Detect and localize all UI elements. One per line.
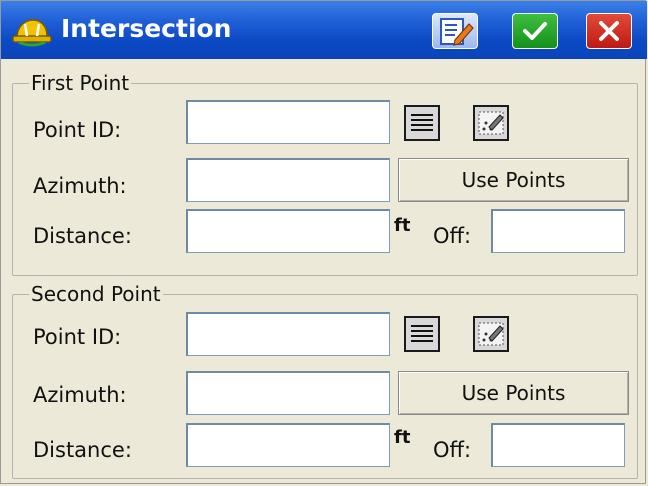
second-point-legend: Second Point (31, 282, 161, 306)
second-point-id-label: Point ID: (33, 325, 122, 349)
second-point-map-button[interactable] (473, 316, 509, 352)
edit-note-icon (440, 18, 474, 46)
window-title: Intersection (61, 14, 232, 43)
second-distance-label: Distance: (33, 438, 132, 462)
title-bar: Intersection (1, 1, 647, 59)
second-offset-input[interactable] (491, 423, 625, 467)
first-distance-unit: ft (394, 215, 411, 236)
close-icon (599, 21, 619, 41)
first-distance-label: Distance: (33, 224, 132, 248)
first-point-id-label: Point ID: (33, 118, 122, 142)
first-point-legend: First Point (31, 71, 130, 95)
map-select-icon (478, 111, 504, 135)
hardhat-app-icon (11, 14, 53, 48)
intersection-window: Intersection First Point Point ID: Azimu… (0, 0, 647, 484)
second-offset-label: Off: (433, 438, 472, 462)
first-point-list-button[interactable] (404, 105, 440, 141)
first-azimuth-input[interactable] (186, 158, 390, 202)
first-azimuth-label: Azimuth: (33, 174, 127, 198)
first-offset-label: Off: (433, 224, 472, 248)
checkmark-icon (523, 22, 547, 40)
second-point-id-input[interactable] (186, 312, 390, 356)
ok-button[interactable] (512, 13, 558, 49)
second-azimuth-label: Azimuth: (33, 383, 127, 407)
second-point-list-button[interactable] (404, 316, 440, 352)
second-use-points-button[interactable]: Use Points (398, 371, 629, 415)
first-offset-input[interactable] (491, 209, 625, 253)
first-point-id-input[interactable] (186, 100, 390, 144)
first-use-points-button[interactable]: Use Points (398, 158, 629, 202)
first-distance-input[interactable] (186, 209, 390, 253)
list-icon (411, 114, 433, 131)
list-icon (411, 325, 433, 342)
second-azimuth-input[interactable] (186, 371, 390, 415)
close-button[interactable] (586, 13, 632, 49)
first-point-map-button[interactable] (473, 105, 509, 141)
second-distance-input[interactable] (186, 423, 390, 467)
second-distance-unit: ft (394, 427, 411, 448)
map-select-icon (478, 322, 504, 346)
edit-note-button[interactable] (432, 13, 478, 49)
